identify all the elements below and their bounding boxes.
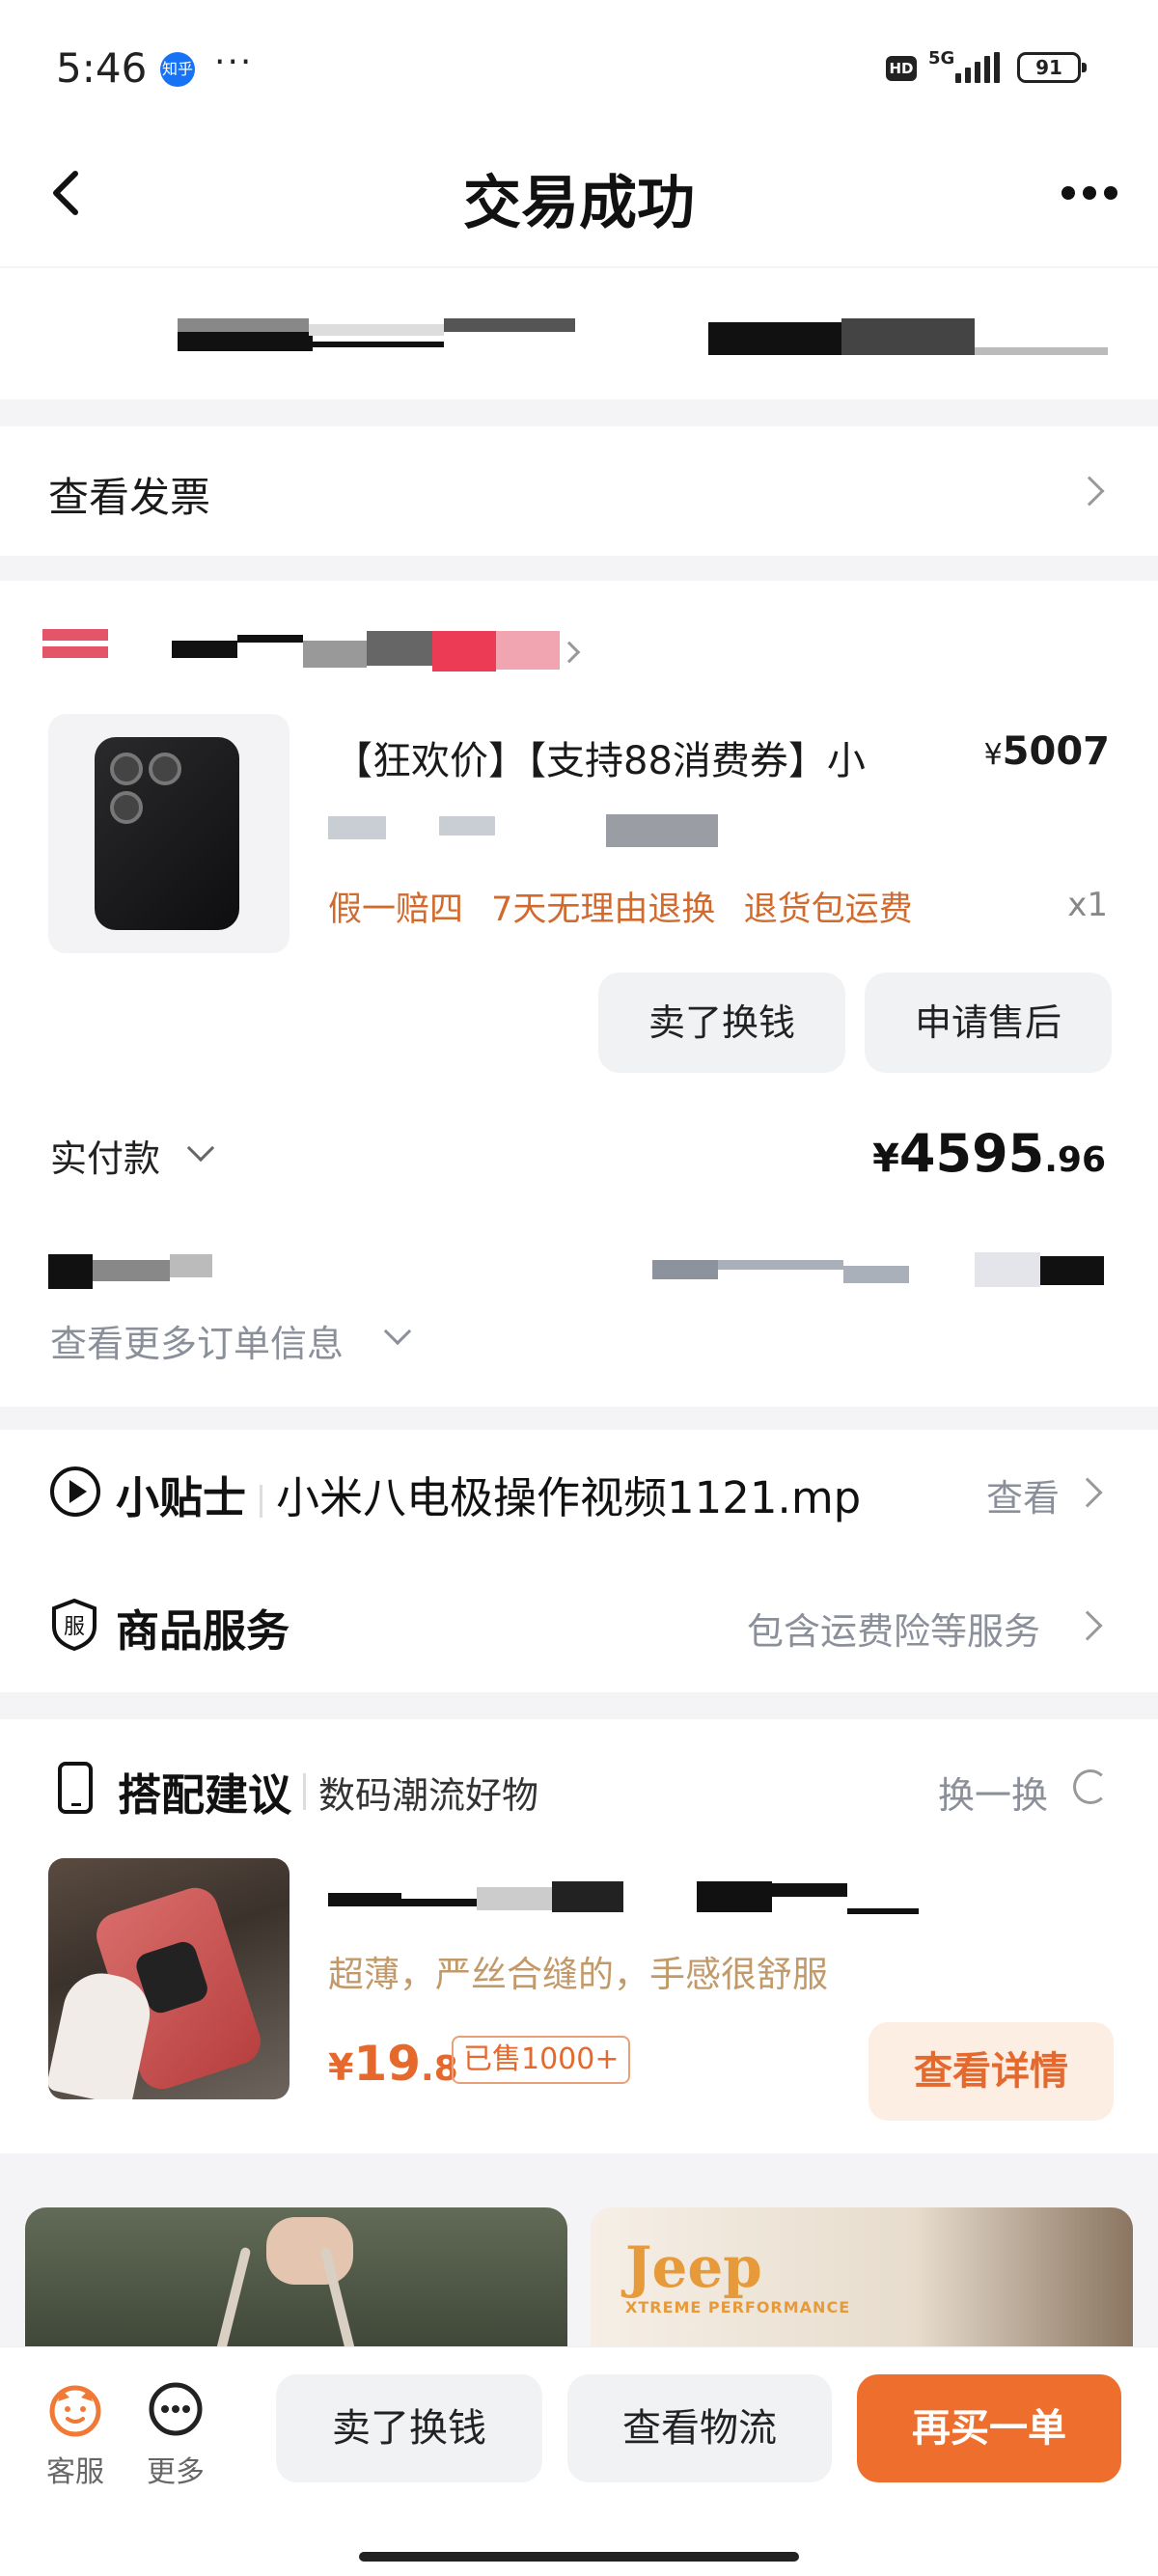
service-label: 商品服务 bbox=[116, 1605, 290, 1657]
tips-label: 小贴士 bbox=[116, 1472, 247, 1523]
after-sales-button[interactable]: 申请售后 bbox=[865, 973, 1112, 1073]
redacted-order-time bbox=[718, 1260, 843, 1270]
redacted-order-no bbox=[170, 1254, 212, 1277]
nav-bar: 交易成功 bbox=[0, 135, 1158, 266]
suggestion-title: 搭配建议 bbox=[118, 1769, 292, 1821]
recommendation-card-jacket[interactable] bbox=[25, 2207, 567, 2362]
product-tags: 假一赔四 7天无理由退换 退货包运费 bbox=[328, 882, 930, 931]
accessory-price: ¥19.8 bbox=[328, 2036, 458, 2092]
paid-amount-label[interactable]: 实付款 bbox=[50, 1129, 160, 1182]
product-image[interactable] bbox=[48, 714, 290, 953]
redacted-spec bbox=[439, 816, 495, 836]
redacted-order-time bbox=[652, 1260, 718, 1279]
bottom-action-bar: 客服 更多 卖了换钱 查看物流 再买一单 bbox=[0, 2346, 1158, 2576]
redacted-spec bbox=[328, 816, 386, 839]
redacted-item-title bbox=[772, 1883, 847, 1897]
view-details-button[interactable]: 查看详情 bbox=[868, 2022, 1114, 2121]
redacted-item-title bbox=[552, 1881, 623, 1912]
store-logo bbox=[42, 646, 108, 658]
redacted-block bbox=[432, 631, 496, 671]
jeep-logo: Jeep bbox=[625, 2234, 762, 2300]
paid-amount: ¥4595.96 bbox=[872, 1123, 1106, 1184]
redacted-block bbox=[444, 318, 575, 332]
zhihu-notification-icon: 知乎 bbox=[160, 52, 195, 87]
store-logo bbox=[42, 629, 108, 641]
divider bbox=[303, 1773, 306, 1810]
signal-icon bbox=[955, 52, 1000, 83]
redacted-block bbox=[309, 324, 444, 336]
product-title[interactable]: 【狂欢价】【支持88消费券】小 bbox=[334, 729, 866, 785]
network-type: 5G bbox=[928, 48, 955, 69]
redacted-block bbox=[303, 641, 367, 668]
chevron-right-icon[interactable] bbox=[558, 641, 581, 664]
view-tips-link[interactable]: 查看 bbox=[986, 1468, 1060, 1521]
svg-text:服: 服 bbox=[64, 1615, 85, 1639]
redacted-order-no bbox=[48, 1254, 93, 1289]
more-options-icon[interactable] bbox=[1054, 174, 1117, 207]
phone-icon bbox=[58, 1762, 93, 1814]
refresh-button[interactable]: 换一换 bbox=[938, 1766, 1048, 1819]
home-indicator[interactable] bbox=[359, 2552, 799, 2562]
redacted-order-time bbox=[843, 1266, 909, 1283]
chevron-right-icon bbox=[1074, 476, 1105, 507]
product-price: ¥5007 bbox=[983, 729, 1110, 774]
status-time: 5:46 bbox=[56, 44, 148, 92]
status-bar: 5:46 知乎 ··· HD 5G 91 bbox=[0, 0, 1158, 135]
address-card[interactable] bbox=[0, 268, 1158, 399]
invoice-label: 查看发票 bbox=[48, 474, 211, 521]
redacted-block bbox=[172, 641, 237, 658]
tips-video-name: 小米八电极操作视频1121.mp bbox=[276, 1472, 862, 1523]
page-title: 交易成功 bbox=[463, 170, 695, 237]
redacted-block bbox=[841, 318, 975, 355]
more-label[interactable]: 更多 bbox=[147, 2448, 205, 2490]
customer-service-label[interactable]: 客服 bbox=[46, 2448, 104, 2490]
customer-service-icon[interactable] bbox=[46, 2380, 104, 2438]
redacted-order-no bbox=[93, 1260, 170, 1281]
redacted-order-time bbox=[975, 1252, 1040, 1287]
redacted-order-time bbox=[1040, 1256, 1104, 1285]
sold-count-badge: 已售1000+ bbox=[452, 2036, 631, 2084]
view-logistics-button[interactable]: 查看物流 bbox=[567, 2374, 832, 2482]
service-link[interactable]: 包含运费险等服务 bbox=[747, 1602, 1040, 1655]
tag-free-return-shipping: 退货包运费 bbox=[743, 891, 913, 929]
play-icon bbox=[50, 1466, 100, 1517]
redacted-block bbox=[708, 322, 843, 355]
more-notifications-icon: ··· bbox=[214, 42, 254, 82]
service-shield-icon: 服 bbox=[52, 1598, 96, 1652]
refresh-icon[interactable] bbox=[1073, 1769, 1108, 1804]
redacted-item-title bbox=[477, 1887, 552, 1910]
redacted-block bbox=[237, 635, 303, 643]
redacted-spec bbox=[606, 814, 718, 847]
redacted-block bbox=[178, 332, 313, 351]
tag-fake-compensation: 假一赔四 bbox=[328, 891, 464, 929]
redacted-item-title bbox=[697, 1881, 772, 1912]
tag-seven-day-return: 7天无理由退换 bbox=[491, 891, 716, 929]
redacted-block bbox=[975, 347, 1108, 355]
sell-button[interactable]: 卖了换钱 bbox=[598, 973, 845, 1073]
redacted-block bbox=[367, 631, 432, 666]
accessory-description: 超薄，严丝合缝的，手感很舒服 bbox=[328, 1954, 828, 1995]
suggestion-subtitle: 数码潮流好物 bbox=[318, 1774, 539, 1817]
redacted-item-title bbox=[401, 1899, 477, 1906]
more-order-info-link[interactable]: 查看更多订单信息 bbox=[50, 1314, 344, 1367]
redacted-block bbox=[309, 342, 444, 347]
more-icon[interactable] bbox=[147, 2380, 205, 2438]
buy-again-button[interactable]: 再买一单 bbox=[857, 2374, 1121, 2482]
hd-icon: HD bbox=[886, 56, 917, 81]
battery-icon: 91 bbox=[1017, 52, 1087, 83]
redacted-item-title bbox=[847, 1908, 919, 1914]
product-quantity: x1 bbox=[1067, 886, 1108, 924]
recommendation-card-jeep[interactable]: Jeep XTREME PERFORMANCE bbox=[591, 2207, 1133, 2362]
redacted-item-title bbox=[328, 1893, 401, 1906]
invoice-row[interactable]: 查看发票 bbox=[0, 426, 1158, 556]
bottom-sell-button[interactable]: 卖了换钱 bbox=[276, 2374, 542, 2482]
redacted-block bbox=[496, 631, 560, 670]
tips-row[interactable]: 小贴士 小米八电极操作视频1121.mp bbox=[116, 1463, 861, 1525]
jeep-tagline: XTREME PERFORMANCE bbox=[625, 2298, 851, 2316]
accessory-image[interactable] bbox=[48, 1858, 290, 2099]
